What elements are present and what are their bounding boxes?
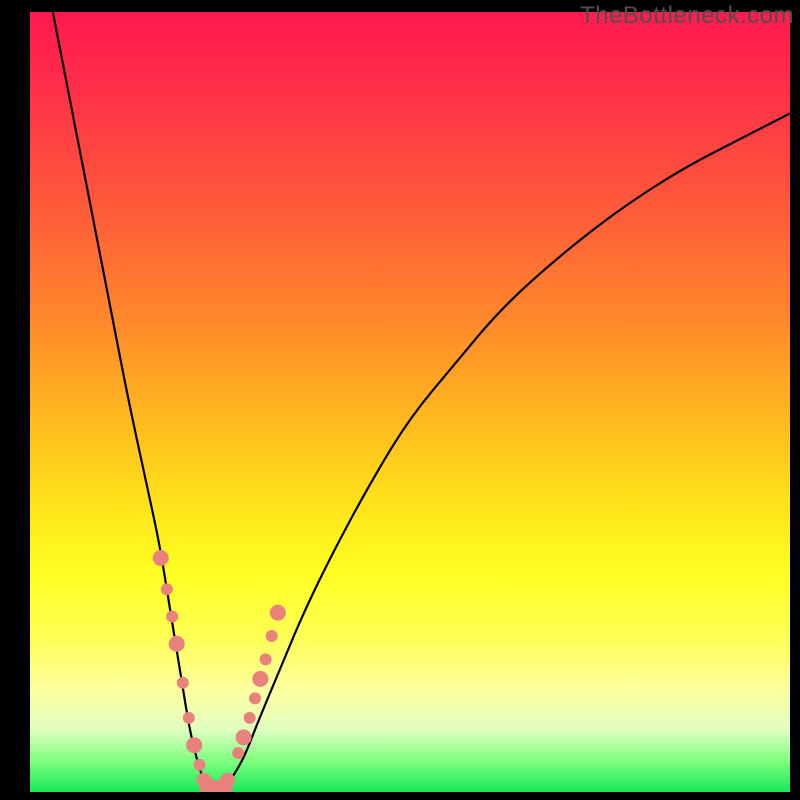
highlight-point bbox=[169, 636, 185, 652]
watermark-text: TheBottleneck.com bbox=[580, 2, 794, 30]
highlight-point bbox=[252, 671, 268, 687]
highlight-point bbox=[177, 677, 189, 689]
highlight-point bbox=[194, 759, 206, 771]
highlight-point bbox=[166, 611, 178, 623]
highlight-point bbox=[186, 737, 202, 753]
highlight-points-group bbox=[153, 550, 286, 792]
bottleneck-curve-line bbox=[53, 12, 790, 792]
highlight-point bbox=[236, 729, 252, 745]
chart-frame bbox=[30, 12, 790, 792]
highlight-point bbox=[220, 773, 235, 788]
highlight-point bbox=[270, 605, 286, 621]
highlight-point bbox=[153, 550, 169, 566]
highlight-point bbox=[232, 747, 244, 759]
highlight-point bbox=[260, 653, 272, 665]
chart-svg bbox=[30, 12, 790, 792]
highlight-point bbox=[249, 692, 261, 704]
highlight-point bbox=[266, 630, 278, 642]
highlight-point bbox=[161, 583, 173, 595]
highlight-point bbox=[183, 712, 195, 724]
highlight-point bbox=[244, 712, 256, 724]
